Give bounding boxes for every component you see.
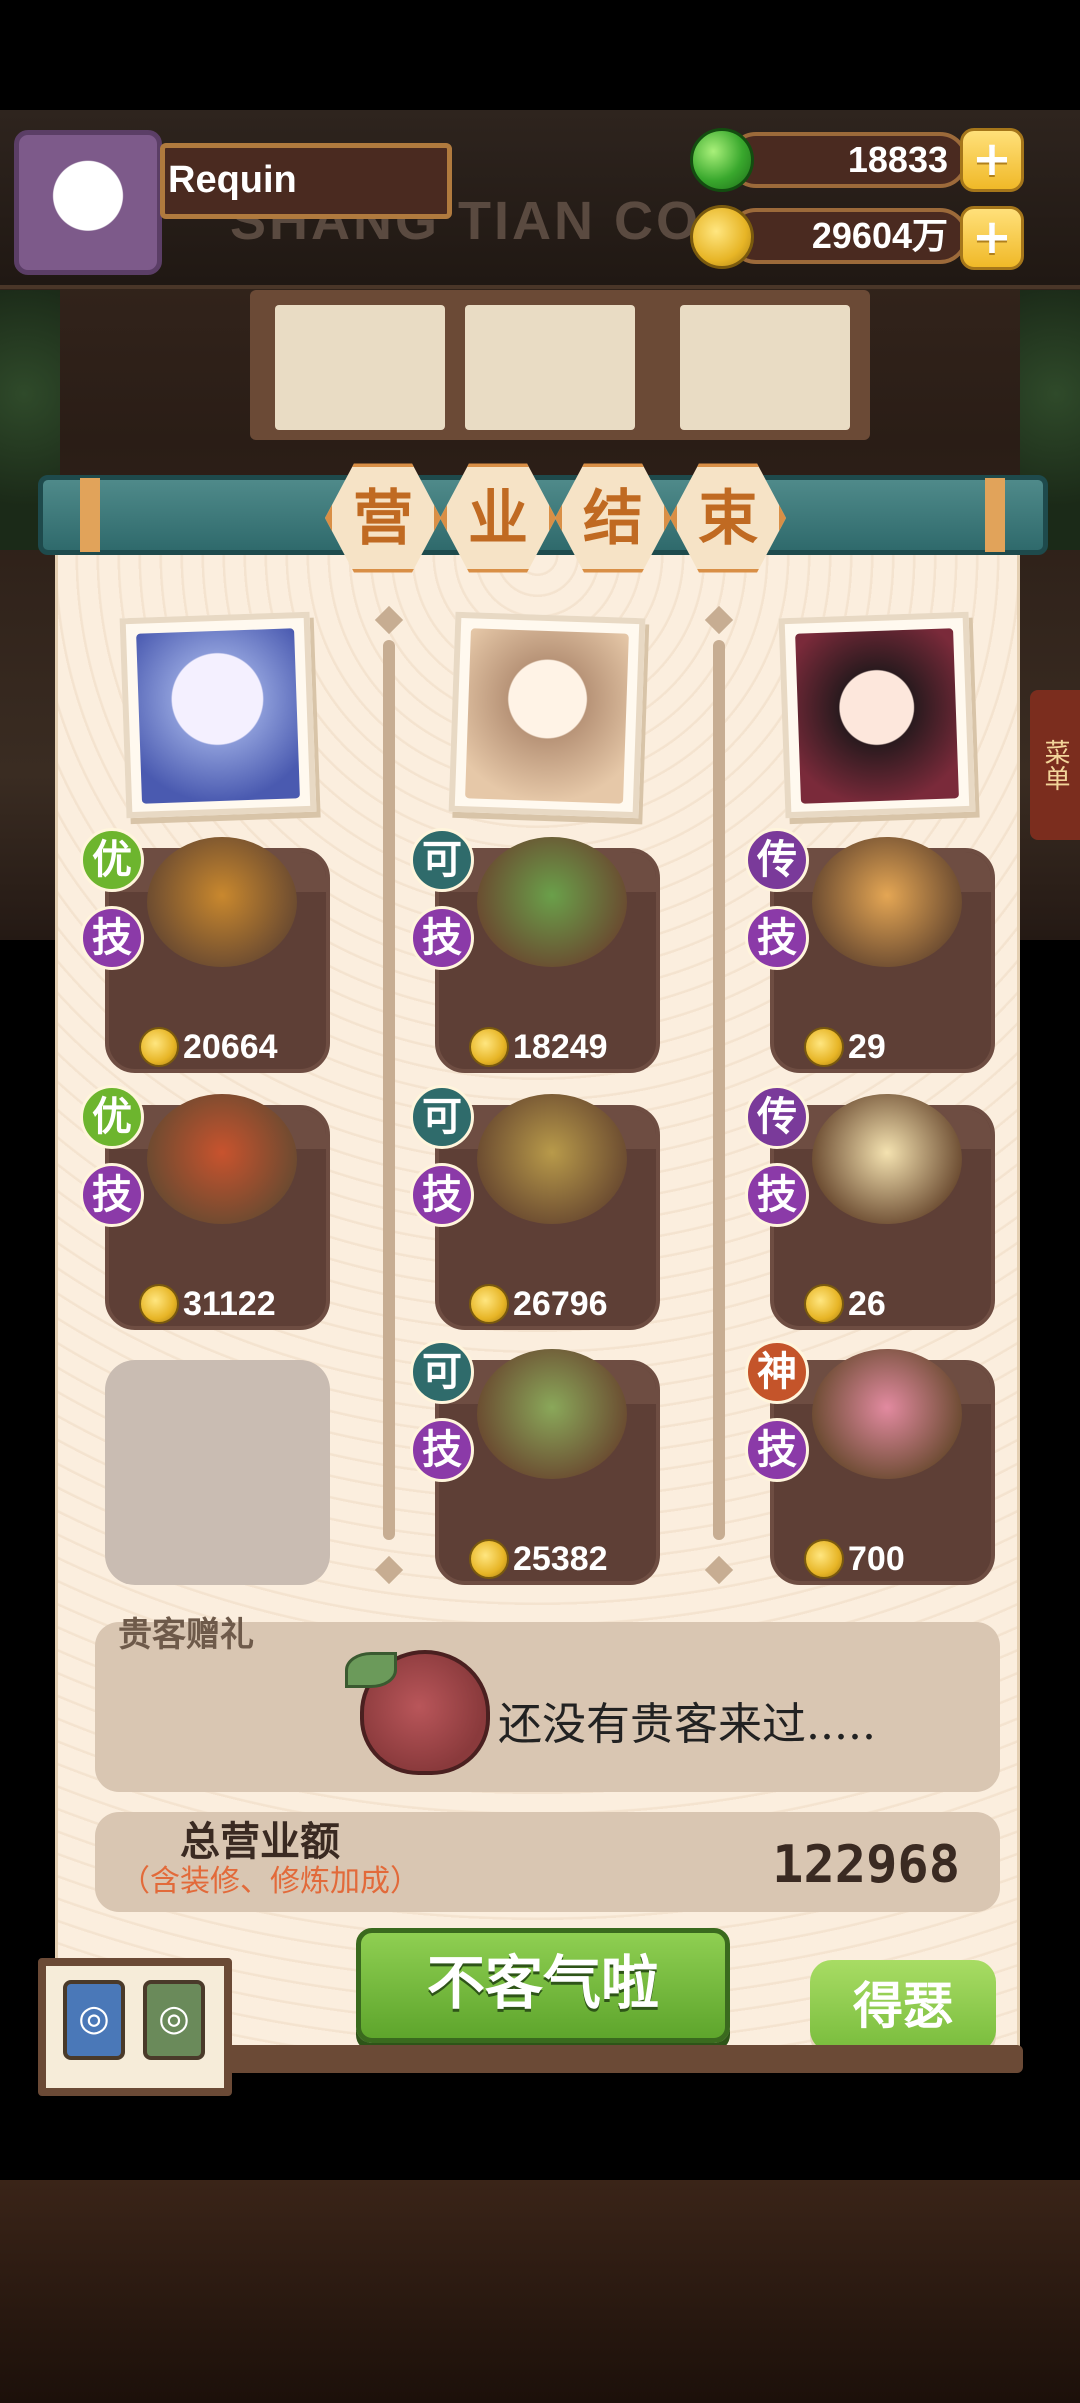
menu-card <box>680 305 850 430</box>
vip-gift-message: 还没有贵客来过..... <box>498 1699 876 1750</box>
menu-card <box>275 305 445 430</box>
coin-icon <box>139 1027 179 1067</box>
skill-badge: 技 <box>80 906 144 970</box>
skill-badge: 技 <box>410 1163 474 1227</box>
dish-revenue: 18249 <box>513 1028 608 1066</box>
jade-icon <box>690 128 754 192</box>
dish-card[interactable]: 18249 <box>435 837 660 1073</box>
side-menu-tab[interactable]: 菜单 <box>1030 690 1080 840</box>
skill-badge: 技 <box>745 1163 809 1227</box>
counter-floor <box>0 2180 1080 2403</box>
dish-card[interactable]: 20664 <box>105 837 330 1073</box>
total-revenue-note: （含装修、修炼加成） <box>120 1864 420 1899</box>
dish-revenue: 20664 <box>183 1028 278 1066</box>
skill-badge: 技 <box>745 906 809 970</box>
empty-dish-slot <box>105 1360 330 1585</box>
skill-badge: 技 <box>80 1163 144 1227</box>
dish-revenue: 31122 <box>183 1285 276 1323</box>
mascot-leaf-icon <box>345 1652 397 1688</box>
dish-grade-badge: 可 <box>410 1340 474 1404</box>
camera-icon[interactable]: ◎ <box>63 1980 125 2060</box>
coin-icon <box>804 1284 844 1324</box>
dish-card[interactable]: 700 <box>770 1349 995 1585</box>
chef-1-image <box>136 628 300 804</box>
coin-icon <box>804 1027 844 1067</box>
chef-portrait[interactable] <box>119 611 317 819</box>
dish-grade-badge: 可 <box>410 1085 474 1149</box>
dish-image <box>147 837 297 967</box>
dish-image <box>477 837 627 967</box>
show-off-button[interactable]: 得瑟 <box>810 1960 996 2052</box>
dish-card[interactable]: 31122 <box>105 1094 330 1330</box>
skill-badge: 技 <box>410 906 474 970</box>
skill-badge: 技 <box>745 1418 809 1482</box>
dish-card[interactable]: 26 <box>770 1094 995 1330</box>
dish-grade-badge: 传 <box>745 828 809 892</box>
dish-revenue: 29 <box>848 1028 886 1066</box>
banner-cap <box>80 478 100 552</box>
dish-grade-badge: 传 <box>745 1085 809 1149</box>
coin-amount: 29604万 <box>811 215 948 256</box>
dish-revenue: 26796 <box>513 1285 608 1323</box>
dish-image <box>147 1094 297 1224</box>
confirm-button[interactable]: 不客气啦 <box>356 1928 730 2043</box>
dish-card[interactable]: 26796 <box>435 1094 660 1330</box>
coin-icon <box>469 1027 509 1067</box>
jade-amount: 18833 <box>847 139 948 180</box>
player-avatar[interactable] <box>14 130 162 275</box>
chef-2-image <box>465 628 629 804</box>
dish-card[interactable]: 29 <box>770 837 995 1073</box>
menu-card <box>465 305 635 430</box>
column-divider <box>713 640 725 1540</box>
dish-revenue: 26 <box>848 1285 886 1323</box>
chef-portrait[interactable] <box>448 611 646 819</box>
chef-3-image <box>795 628 959 804</box>
coin-icon <box>139 1284 179 1324</box>
dish-revenue: 700 <box>848 1540 905 1578</box>
coin-icon <box>804 1539 844 1579</box>
player-name: Requin <box>168 159 297 201</box>
dish-grade-badge: 优 <box>80 1085 144 1149</box>
banner-cap <box>985 478 1005 552</box>
dish-image <box>812 1349 962 1479</box>
status-bar-area <box>0 0 1080 110</box>
dish-revenue: 25382 <box>513 1540 608 1578</box>
add-coins-button[interactable]: + <box>960 206 1024 270</box>
dish-grade-badge: 神 <box>745 1340 809 1404</box>
coin-icon <box>469 1284 509 1324</box>
coin-icon <box>690 205 754 269</box>
dish-image <box>812 837 962 967</box>
dish-image <box>477 1349 627 1479</box>
camera-icon[interactable]: ◎ <box>143 1980 205 2060</box>
chef-portrait[interactable] <box>778 611 976 819</box>
add-jade-button[interactable]: + <box>960 128 1024 192</box>
dish-grade-badge: 可 <box>410 828 474 892</box>
coin-icon <box>469 1539 509 1579</box>
total-revenue-value: 122968 <box>772 1835 960 1895</box>
dish-image <box>812 1094 962 1224</box>
column-divider <box>383 640 395 1540</box>
dish-card[interactable]: 25382 <box>435 1349 660 1585</box>
dish-grade-badge: 优 <box>80 828 144 892</box>
skill-badge: 技 <box>410 1418 474 1482</box>
dish-image <box>477 1094 627 1224</box>
